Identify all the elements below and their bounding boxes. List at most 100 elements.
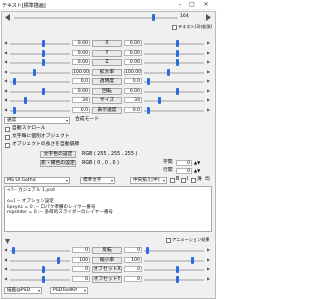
slider-thumb[interactable]: [191, 256, 194, 264]
slider-thumb[interactable]: [12, 247, 15, 254]
param-rotation-start-slider[interactable]: [10, 87, 70, 95]
increment-arrow-icon[interactable]: ▶: [207, 97, 210, 102]
slider-thumb[interactable]: [167, 68, 170, 76]
param-rotation-end-slider[interactable]: [144, 87, 204, 95]
psd-toolkit-select[interactable]: PSDToolKit: [50, 287, 88, 294]
param-scale-start-slider[interactable]: [10, 68, 70, 76]
slider-thumb[interactable]: [24, 97, 27, 104]
param-opacity-start-value[interactable]: 0.0: [72, 78, 90, 84]
slider-thumb[interactable]: [176, 40, 179, 47]
param-x-label-button[interactable]: X: [92, 40, 122, 47]
decrement-arrow-icon[interactable]: ◀: [4, 78, 7, 83]
minimize-button[interactable]: –: [175, 1, 185, 9]
param-display-speed-label-button[interactable]: 表示速度: [92, 106, 122, 114]
decrement-arrow-icon[interactable]: ◀: [4, 50, 7, 55]
param-x-start-value[interactable]: 0.00: [72, 40, 90, 46]
param-shrink-end-value[interactable]: 100: [124, 256, 142, 263]
param-rotation-start-value[interactable]: 0.00: [72, 87, 90, 94]
decrement-arrow-icon[interactable]: ◀: [4, 276, 7, 281]
slider-thumb[interactable]: [13, 78, 16, 85]
param-z-end-value[interactable]: 0.00: [124, 59, 142, 65]
param-shrink-label-button[interactable]: 縮小率: [92, 256, 122, 264]
char-spacing-stepper[interactable]: ▲▼: [194, 160, 200, 166]
decrement-arrow-icon[interactable]: ◀: [4, 247, 7, 252]
param-offset-y-start-slider[interactable]: [10, 275, 70, 283]
param-size-end-slider[interactable]: [144, 97, 204, 104]
param-offset-x-start-value[interactable]: 0: [72, 266, 90, 272]
param-size-end-value[interactable]: 34: [124, 97, 142, 103]
align-select[interactable]: 中央揃え[中]: [130, 177, 167, 184]
param-size-start-slider[interactable]: [10, 97, 70, 104]
slider-thumb[interactable]: [176, 266, 179, 273]
decrement-arrow-icon[interactable]: ◀: [4, 40, 7, 45]
collapse-icon[interactable]: [4, 238, 11, 245]
param-offset-x-end-slider[interactable]: [144, 266, 204, 273]
param-x-end-value[interactable]: 0.00: [124, 40, 142, 46]
decrement-arrow-icon[interactable]: ◀: [4, 257, 7, 262]
param-shrink-start-value[interactable]: 100: [72, 256, 90, 263]
param-display-speed-start-value[interactable]: 0.0: [72, 106, 90, 113]
decrement-arrow-icon[interactable]: ◀: [4, 69, 7, 74]
bold-checkbox[interactable]: [170, 178, 175, 183]
slider-thumb[interactable]: [57, 256, 60, 264]
param-rotation-end-value[interactable]: 0.00: [124, 87, 142, 94]
param-z-end-slider[interactable]: [144, 59, 204, 66]
equalize-label[interactable]: 均: [205, 177, 210, 183]
slider-thumb[interactable]: [176, 49, 179, 57]
param-opacity-start-slider[interactable]: [10, 78, 70, 85]
anim-effect-checkbox[interactable]: [166, 238, 171, 243]
shadow-color-button[interactable]: 影・縁色の設定: [40, 160, 76, 167]
slider-thumb[interactable]: [33, 68, 36, 76]
param-y-start-slider[interactable]: [10, 49, 70, 57]
param-scale-end-value[interactable]: 100.00: [124, 68, 142, 75]
increment-arrow-icon[interactable]: ▶: [207, 69, 210, 74]
char-spacing-input[interactable]: 0: [176, 160, 192, 166]
prev-frame-icon[interactable]: [4, 14, 11, 21]
param-y-end-value[interactable]: 0.00: [124, 49, 142, 56]
param-x-start-slider[interactable]: [10, 40, 70, 47]
param-flip-start-value[interactable]: 0: [72, 247, 90, 253]
decrement-arrow-icon[interactable]: ◀: [4, 59, 7, 64]
param-scale-start-value[interactable]: 100.00: [72, 68, 90, 75]
param-z-label-button[interactable]: Z: [92, 59, 122, 66]
param-x-end-slider[interactable]: [144, 40, 204, 47]
param-size-label-button[interactable]: サイズ: [92, 97, 122, 104]
increment-arrow-icon[interactable]: ▶: [207, 107, 210, 112]
param-offset-x-end-value[interactable]: 0: [124, 266, 142, 272]
param-flip-start-slider[interactable]: [10, 247, 70, 254]
param-display-speed-end-slider[interactable]: [144, 106, 204, 114]
param-y-label-button[interactable]: Y: [92, 49, 122, 57]
param-flip-label-button[interactable]: 反転: [92, 247, 122, 254]
maximize-button[interactable]: □: [187, 1, 197, 9]
param-size-start-value[interactable]: 34: [72, 97, 90, 103]
auto-length-checkbox[interactable]: [5, 143, 10, 148]
param-offset-y-label-button[interactable]: オフセットY: [92, 275, 122, 283]
timeline-slider[interactable]: [14, 14, 178, 21]
smooth-checkbox[interactable]: [191, 178, 196, 183]
param-scale-end-slider[interactable]: [144, 68, 204, 76]
decrement-arrow-icon[interactable]: ◀: [4, 266, 7, 271]
slider-thumb[interactable]: [42, 275, 45, 283]
param-display-speed-end-value[interactable]: 0.0: [124, 106, 142, 113]
param-offset-y-end-value[interactable]: 0: [124, 275, 142, 282]
slider-thumb[interactable]: [42, 49, 45, 57]
slider-thumb[interactable]: [176, 59, 179, 66]
increment-arrow-icon[interactable]: ▶: [207, 59, 210, 64]
slider-thumb[interactable]: [42, 40, 45, 47]
increment-arrow-icon[interactable]: ▶: [207, 78, 210, 83]
slider-thumb[interactable]: [147, 78, 150, 85]
slider-thumb[interactable]: [147, 106, 150, 114]
param-shrink-start-slider[interactable]: [10, 256, 70, 264]
blend-mode-select[interactable]: 通常: [4, 117, 70, 124]
slider-thumb[interactable]: [176, 87, 179, 95]
increment-arrow-icon[interactable]: ▶: [207, 50, 210, 55]
close-button[interactable]: ✕: [201, 1, 211, 9]
per-char-object-checkbox[interactable]: [5, 135, 10, 140]
increment-arrow-icon[interactable]: ▶: [207, 266, 210, 271]
param-display-speed-start-slider[interactable]: [10, 106, 70, 114]
increment-arrow-icon[interactable]: ▶: [207, 247, 210, 252]
slider-thumb[interactable]: [146, 247, 149, 254]
slider-thumb[interactable]: [158, 97, 161, 104]
param-opacity-end-value[interactable]: 0.0: [124, 78, 142, 84]
slider-thumb[interactable]: [42, 59, 45, 66]
